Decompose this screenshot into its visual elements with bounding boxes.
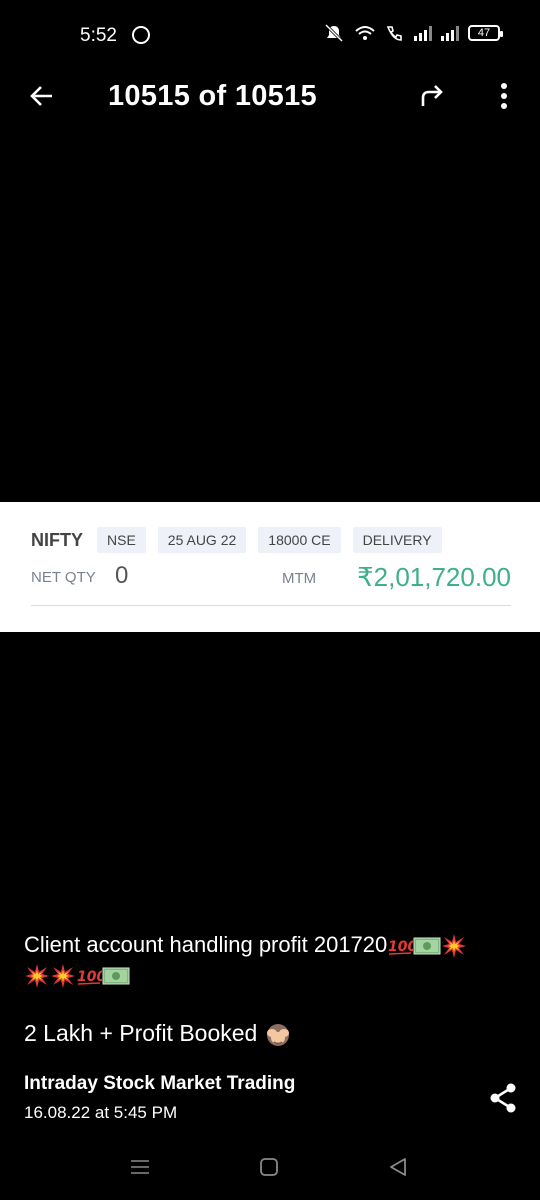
expiry-tag: 25 AUG 22: [157, 527, 247, 553]
dollar-banknote-emoji: [102, 967, 130, 985]
status-bar: 5:52 47: [0, 0, 540, 72]
see-no-evil-monkey-emoji: [266, 1023, 289, 1046]
home-icon[interactable]: [260, 1158, 278, 1176]
hundred-points-emoji: 100: [388, 939, 413, 955]
top-app-bar: 10515 of 10515: [0, 72, 540, 128]
mtm-value: ₹2,01,720.00: [357, 562, 511, 592]
collision-emoji: [51, 964, 75, 989]
signal-icon-sim1: [414, 26, 432, 41]
volte-call-icon: [386, 26, 402, 41]
caption-line-3: 2 Lakh + Profit Booked: [24, 1020, 292, 1049]
status-time: 5:52: [80, 25, 117, 46]
card-divider: [31, 605, 511, 606]
collision-emoji: [442, 934, 467, 959]
recents-icon[interactable]: [131, 1158, 149, 1176]
battery-indicator: 47: [468, 25, 503, 41]
collision-emoji: [25, 964, 49, 989]
dollar-banknote-emoji: [413, 937, 441, 955]
forward-arrow-icon[interactable]: [418, 82, 446, 110]
back-triangle-icon[interactable]: [389, 1157, 407, 1177]
net-qty-label: NET QTY: [31, 569, 96, 586]
mute-icon: [324, 24, 344, 42]
caption-booked-text: 2 Lakh + Profit Booked: [24, 1020, 258, 1046]
position-card-image: NIFTY NSE 25 AUG 22 18000 CE DELIVERY NE…: [0, 502, 540, 632]
net-qty-value: 0: [115, 562, 129, 589]
arrow-left-icon[interactable]: [28, 82, 56, 110]
position-tags-row: NIFTY NSE 25 AUG 22 18000 CE DELIVERY: [31, 527, 454, 553]
exchange-tag: NSE: [97, 527, 146, 553]
product-tag: DELIVERY: [352, 527, 442, 553]
post-title: Intraday Stock Market Trading: [24, 1073, 296, 1094]
signal-icon-sim2: [441, 26, 459, 41]
page-title: 10515 of 10515: [108, 80, 317, 112]
mtm-label: MTM: [282, 570, 317, 587]
post-date: 16.08.22 at 5:45 PM: [24, 1103, 178, 1122]
caption-line-1: Client account handling profit 201720 10…: [24, 930, 524, 960]
caption-line-2: 100: [24, 960, 524, 990]
caption-text: Client account handling profit 201720: [24, 932, 388, 957]
more-vertical-icon[interactable]: [494, 80, 514, 112]
app-notification-icon: [132, 26, 150, 44]
wifi-icon: [355, 26, 375, 40]
status-icons: 47: [323, 24, 503, 42]
system-nav-bar: [0, 1140, 540, 1200]
post-caption: Client account handling profit 201720 10…: [24, 930, 524, 990]
symbol-label: NIFTY: [31, 529, 83, 550]
position-values-row: NET QTY 0 MTM ₹2,01,720.00: [31, 562, 511, 598]
hundred-points-emoji: 100: [77, 969, 102, 985]
share-icon[interactable]: [488, 1082, 518, 1114]
strike-tag: 18000 CE: [258, 527, 341, 553]
